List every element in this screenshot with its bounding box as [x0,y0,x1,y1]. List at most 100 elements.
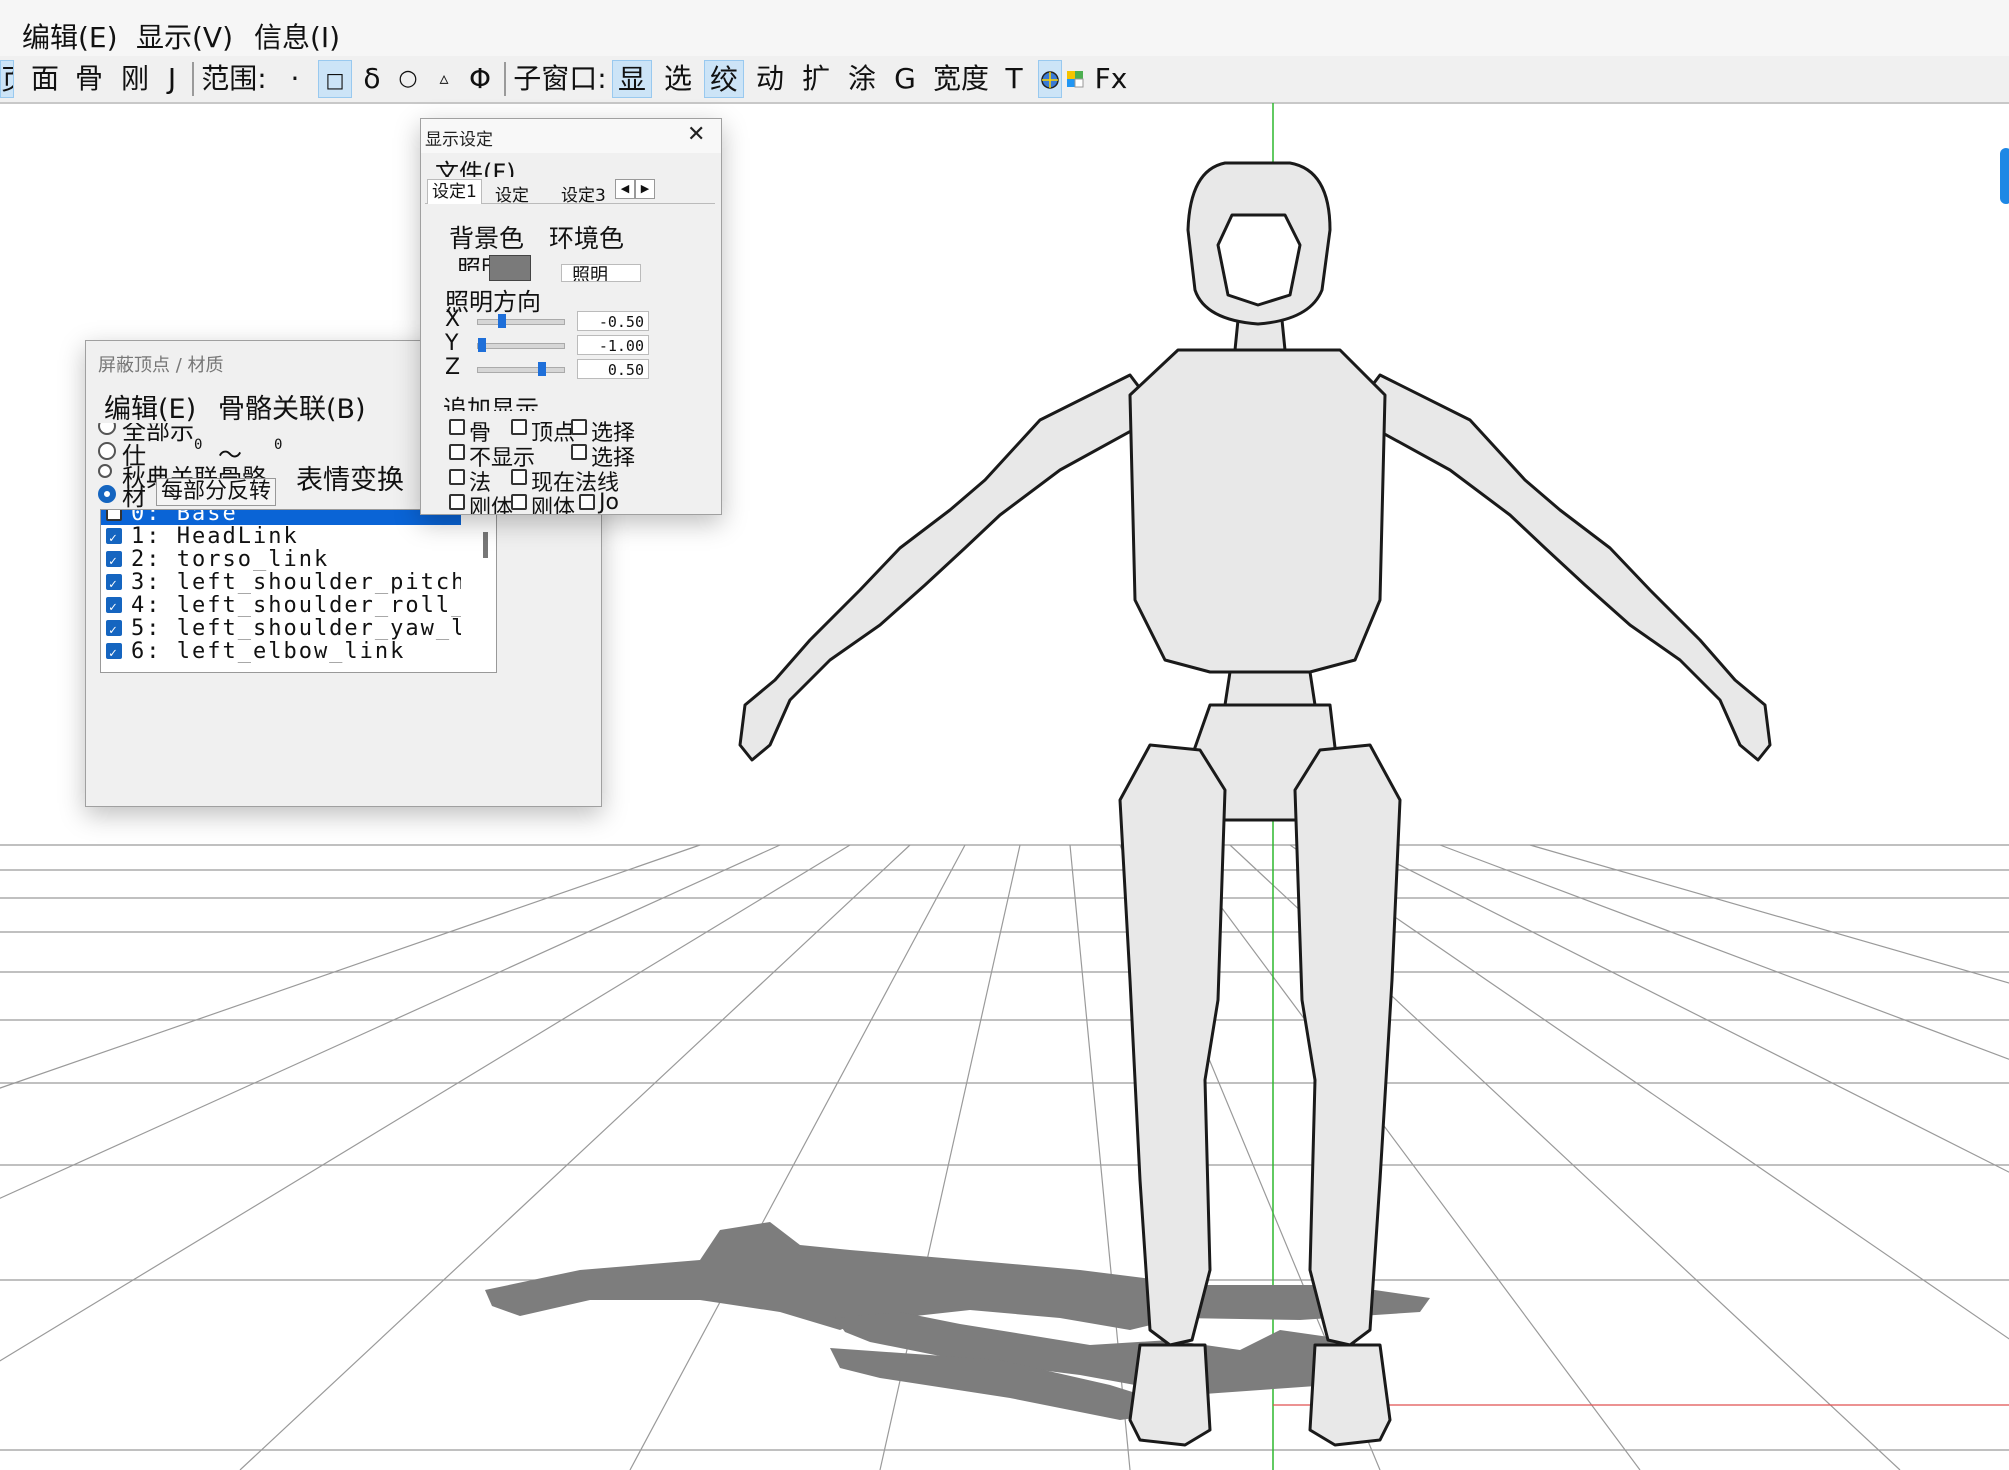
mask-window-title: 屏蔽顶点 / 材质 [98,355,224,376]
tool-vertex-button[interactable]: 页 [0,60,14,98]
grid-color-icon[interactable] [1064,60,1086,98]
sub-g-button[interactable]: G [888,60,922,98]
material-row[interactable]: 2: torso_link [101,548,461,571]
globe-icon[interactable] [1038,60,1062,98]
material-label: 6: left_elbow_link [131,640,406,663]
tab-settings1[interactable]: 设定1 [427,179,482,204]
list-scrollbar[interactable] [483,532,488,558]
axis-x-slider[interactable] [477,314,565,328]
material-checkbox[interactable] [106,550,122,571]
material-row[interactable]: 6: left_elbow_link [101,640,461,663]
axis-x-value[interactable]: -0.50 [577,311,649,331]
mask-menu-edit[interactable]: 编辑(E) [104,387,196,426]
radio-range[interactable] [98,442,116,460]
tool-face-button[interactable]: 面 [28,60,62,98]
tab-settings3[interactable]: 设定3 [561,181,606,206]
sub-t-button[interactable]: T [1000,60,1028,98]
material-label: 5: left_shoulder_yaw_lin [131,617,461,640]
material-checkbox[interactable] [106,642,122,663]
extra-display-label: 刚体 [469,496,514,514]
material-row[interactable]: 5: left_shoulder_yaw_lin [101,617,461,640]
range-delta-button[interactable]: δ [356,60,388,98]
robot-shadow [485,1222,1430,1420]
extra-display-checkbox[interactable] [511,469,527,485]
range-label: 范围: [201,62,267,95]
menu-view[interactable]: 显示(V) [136,16,233,56]
range-circle-button[interactable]: ○ [392,60,424,98]
range-triangle-button[interactable]: ▵ [428,60,460,98]
material-row[interactable]: 3: left_shoulder_pitch_l [101,571,461,594]
range-dot-button[interactable]: · [280,60,310,98]
extra-display-checkbox[interactable] [449,444,465,460]
material-checkbox[interactable] [106,527,122,548]
range-square-button[interactable]: □ [318,60,352,98]
extra-display-checkbox[interactable] [571,419,587,435]
material-checkbox[interactable] [106,596,122,617]
close-icon[interactable]: ✕ [687,122,705,147]
range-to[interactable]: 0 [274,437,282,453]
slider-thumb[interactable] [498,314,506,328]
material-label: 0: Base [131,509,238,525]
menu-edit[interactable]: 编辑(E) [22,16,118,56]
tab-right-arrow-icon[interactable]: ▶ [635,179,655,199]
material-checkbox[interactable] [106,619,122,640]
mask-menu-bone[interactable]: 骨骼关联(B) [218,387,366,426]
sub-width-button[interactable]: 宽度 [928,60,994,98]
material-checkbox[interactable] [106,573,122,594]
axis-z-label: Z [445,355,461,380]
tool-joint-button[interactable]: J [160,60,184,98]
material-checkbox[interactable] [106,510,122,521]
bg-color-label[interactable]: 背景色 [449,219,524,255]
material-list[interactable]: 0: Base1: HeadLink2: torso_link3: left_s… [100,509,497,673]
extra-display-checkbox[interactable] [511,419,527,435]
axis-y-value[interactable]: -1.00 [577,335,649,355]
sub-extend-button[interactable]: 扩 [796,60,836,98]
extra-display-checkbox[interactable] [579,494,595,510]
material-row[interactable]: 4: left_shoulder_roll_li [101,594,461,617]
file-menu[interactable]: 文件(F) [435,159,545,177]
fx-button[interactable]: Fx [1090,60,1132,98]
extra-display-checkbox[interactable] [449,419,465,435]
sub-select-button[interactable]: 选 [658,60,698,98]
menu-bar: 编辑(E) 显示(V) 信息(I) [0,0,2009,56]
range-from[interactable]: 0 [194,437,202,453]
material-row[interactable]: 0: Base [101,509,461,525]
toolbar: 页 面 骨 刚 J 范围: · □ δ ○ ▵ Φ 子窗口: 显 选 绞 动 扩… [0,56,2009,104]
env-color-label[interactable]: 环境色 [549,219,624,255]
tab-strip: 设定1 设定 设定3 ◀ ▶ [425,177,715,206]
tool-bone-button[interactable]: 骨 [72,60,106,98]
extra-display-checks: 骨顶点 选择 不显示 选择法现在法线 刚体 刚体 Jo [421,411,721,514]
sub-paint-button[interactable]: 涂 [842,60,882,98]
sub-display-button[interactable]: 显 [612,60,652,98]
extra-display-checkbox[interactable] [511,494,527,510]
tab-left-arrow-icon[interactable]: ◀ [615,179,635,199]
extra-display-label: 追加显示 [443,395,539,411]
axis-y-label: Y [445,331,459,356]
extra-display-label: Jo [599,490,619,514]
extra-display-checkbox[interactable] [449,469,465,485]
display-window-titlebar: 显示设定 ✕ [421,119,721,153]
slider-thumb[interactable] [538,362,546,376]
axis-y-slider[interactable] [477,338,565,352]
tab-settings2[interactable]: 设定 [495,181,529,206]
tool-rigid-button[interactable]: 刚 [118,60,152,98]
radio-bone[interactable] [98,464,112,478]
sub-filter-button[interactable]: 绞 [704,60,744,98]
lighting-color-swatch[interactable] [489,255,531,281]
axis-z-value[interactable]: 0.50 [577,359,649,379]
display-window-title: 显示设定 [425,130,493,150]
material-row[interactable]: 1: HeadLink [101,525,461,548]
sub-motion-button[interactable]: 动 [750,60,790,98]
radio-material[interactable] [98,485,116,503]
extra-display-checkbox[interactable] [449,494,465,510]
extra-display-label: 顶点 [531,421,576,446]
slider-thumb[interactable] [478,338,486,352]
robot-model [738,161,1772,1447]
radio-all[interactable] [98,423,116,435]
subwindow-label: 子窗口: [513,62,607,95]
menu-info[interactable]: 信息(I) [254,16,340,56]
extra-display-checkbox[interactable] [571,444,587,460]
lighting-button[interactable]: 照明 [561,264,641,282]
axis-z-slider[interactable] [477,362,565,376]
range-phi-button[interactable]: Φ [464,60,496,98]
